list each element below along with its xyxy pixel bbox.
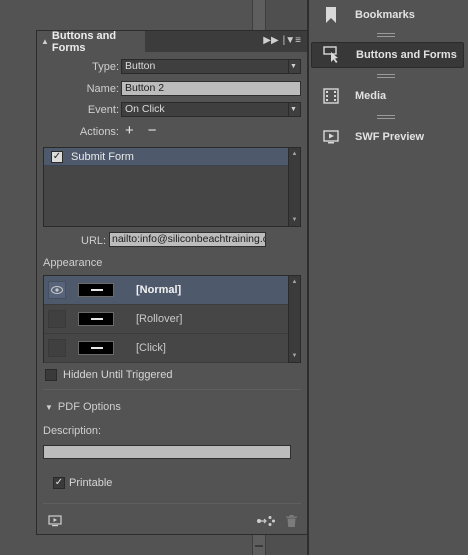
chevron-down-icon: ▼ [288,103,298,116]
type-value: Button [125,60,156,72]
list-item[interactable]: ✓ Submit Form [44,148,288,166]
dock-item-buttons-and-forms[interactable]: Buttons and Forms [311,42,464,68]
url-input[interactable]: nailto:info@siliconbeachtraining.co.uk [109,232,266,247]
visibility-toggle[interactable] [48,339,66,357]
scroll-down-icon[interactable]: ▼ [289,351,300,361]
swf-preview-icon [321,128,341,146]
panel-menu-controls: ▶▶ |▼≡ [263,35,301,46]
divider [43,389,301,390]
type-row: Type: Button ▼ [37,59,309,76]
state-thumbnail [78,341,114,355]
url-label: URL: [81,235,107,247]
dock-item-swf-preview[interactable]: SWF Preview [311,124,464,150]
appearance-state-normal[interactable]: [Normal] [44,276,288,305]
chevron-down-icon: ▼ [288,60,298,73]
state-label: [Normal] [136,284,182,296]
name-row: Name: Button 2 [37,81,309,98]
action-enabled-checkbox[interactable]: ✓ [51,150,63,163]
name-label: Name: [86,83,119,95]
eye-icon[interactable] [48,281,66,299]
buttons-and-forms-panel: ▲︎ Buttons and Forms ▶▶ |▼≡ Type: Button… [36,30,308,535]
disclosure-triangle-icon: ▼ [45,402,53,412]
dock-item-bookmarks[interactable]: Bookmarks [311,2,464,28]
state-label: [Click] [136,342,166,354]
description-label: Description: [43,425,102,437]
divider [43,503,301,504]
preview-spread-icon[interactable] [47,514,63,528]
buttons-forms-icon [322,46,342,64]
dock-item-label: Bookmarks [355,9,415,21]
name-input[interactable]: Button 2 [121,81,301,96]
hidden-until-triggered-row[interactable]: Hidden Until Triggered [45,369,172,381]
convert-object-to-button-icon[interactable] [255,514,277,528]
dock-grip[interactable] [377,33,395,37]
dock-item-media[interactable]: Media [311,83,464,109]
state-thumbnail [78,283,114,297]
dock-grip[interactable] [377,115,395,119]
pdf-options-toggle[interactable]: ▼ PDF Options [45,401,121,413]
panel-dock: Bookmarks Buttons and Forms Media SWF Pr… [309,0,468,555]
remove-action-button[interactable]: − [148,123,157,138]
panel-tab[interactable]: ▲︎ Buttons and Forms [37,29,145,54]
panel-header: ▲︎ Buttons and Forms ▶▶ |▼≡ [37,29,307,54]
scroll-down-icon[interactable]: ▼ [289,215,300,225]
event-row: Event: On Click ▼ [37,102,309,119]
scroll-up-icon[interactable]: ▲ [289,277,300,287]
collapse-arrows-icon[interactable]: ▲︎ [41,37,49,46]
appearance-state-rollover[interactable]: [Rollover] [44,305,288,334]
dock-item-label: Buttons and Forms [356,49,457,61]
type-label: Type: [92,61,119,73]
appearance-list: [Normal] [Rollover] [Click] ▲ ▼ [43,275,301,363]
collapse-double-arrow-icon[interactable]: ▶▶ [263,35,278,46]
printable-row[interactable]: ✓ Printable [53,477,112,489]
type-select[interactable]: Button ▼ [121,59,301,74]
printable-label: Printable [69,477,113,489]
media-icon [321,87,341,105]
action-label: Submit Form [71,150,134,163]
visibility-toggle[interactable] [48,310,66,328]
trash-icon[interactable] [283,514,299,528]
event-select[interactable]: On Click ▼ [121,102,301,117]
appearance-state-click[interactable]: [Click] [44,334,288,363]
dock-grip[interactable] [377,74,395,78]
strip-notch [255,545,263,547]
action-buttons: + − [125,123,157,138]
event-label: Event: [87,104,119,116]
hidden-until-triggered-label: Hidden Until Triggered [63,369,173,381]
actions-list: ✓ Submit Form ▲ ▼ [43,147,301,227]
appearance-scrollbar[interactable]: ▲ ▼ [288,276,300,362]
event-value: On Click [125,103,165,115]
panel-title: Buttons and Forms [51,29,117,54]
panel-menu-icon[interactable]: |▼≡ [283,35,301,46]
printable-checkbox[interactable]: ✓ [53,477,65,489]
actions-scrollbar[interactable]: ▲ ▼ [288,148,300,226]
state-thumbnail [78,312,114,326]
dock-item-label: SWF Preview [355,131,425,143]
description-input[interactable] [43,445,291,459]
dock-item-label: Media [355,90,387,102]
scroll-up-icon[interactable]: ▲ [289,149,300,159]
add-action-button[interactable]: + [125,123,134,138]
bookmark-icon [321,6,341,24]
panel-footer [37,508,307,534]
state-label: [Rollover] [136,313,183,325]
actions-row: Actions: + − [37,123,309,141]
hidden-until-triggered-checkbox[interactable] [45,369,57,381]
appearance-label: Appearance [43,257,103,269]
pdf-options-label: PDF Options [57,401,121,413]
actions-label: Actions: [79,126,119,138]
